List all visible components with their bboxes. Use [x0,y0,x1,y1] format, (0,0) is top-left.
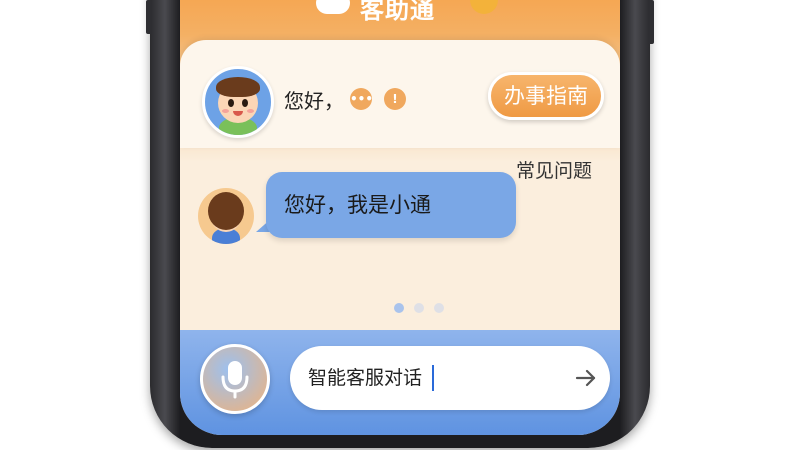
assistant-avatar [202,66,274,138]
carousel-dot-active[interactable] [394,303,404,313]
text-caret [432,365,434,391]
carousel-dot[interactable] [434,303,444,313]
home-indicator[interactable] [326,403,476,408]
app-title: 客助通 [360,0,435,24]
faq-link[interactable]: 常见问题 [516,156,592,183]
app-screen: 客助通 您好， ••• ! 办事指南 常见问题 您好，我是小通 [180,0,620,435]
message-input[interactable] [308,346,548,410]
arrow-right-icon[interactable] [572,364,600,392]
greeting-text: 您好， [284,89,344,113]
power-button [648,0,654,44]
guide-button[interactable]: 办事指南 [488,72,604,120]
message-input-box[interactable] [290,346,610,410]
volume-button [146,0,152,34]
more-icon[interactable]: ••• [350,88,373,110]
chat-message: 您好，我是小通 [266,172,516,238]
alert-icon[interactable]: ! [384,88,406,110]
chat-logo-icon [316,0,350,14]
shield-icon [470,0,498,14]
voice-button[interactable] [200,344,270,414]
user-avatar [198,188,254,244]
mic-icon [221,361,249,399]
carousel-dot[interactable] [414,303,424,313]
